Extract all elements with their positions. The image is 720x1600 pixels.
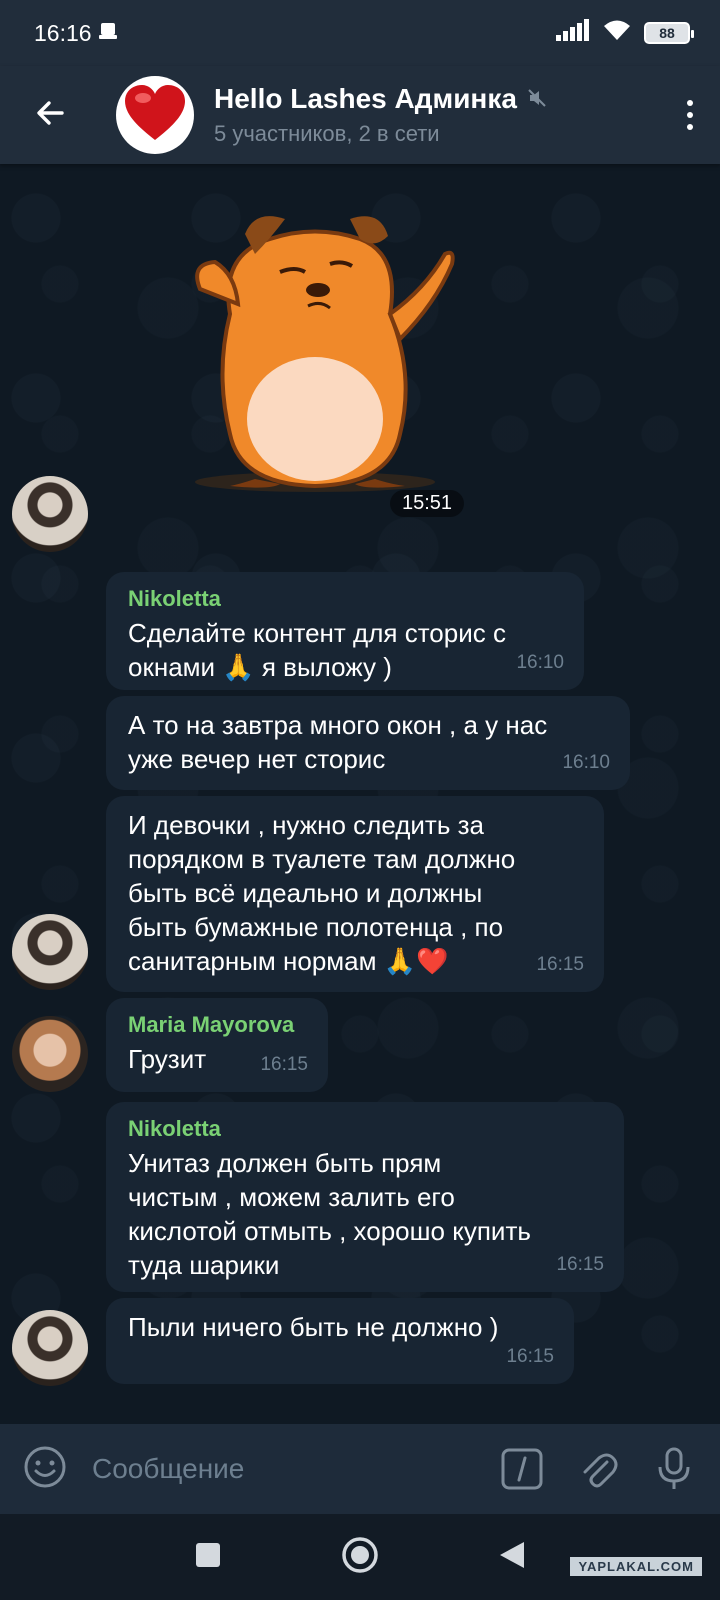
message-time: 16:15 [556,1254,604,1275]
avatar-nikoletta[interactable] [12,1310,88,1386]
chat-title: Hello Lashes Админка [214,83,517,114]
message-bubble[interactable]: Nikoletta Сделайте контент для сторис с … [106,572,584,690]
message-line: И девочки , нужно следить за [128,810,484,840]
back-arrow-icon [34,97,66,134]
emoji-icon[interactable] [22,1444,68,1495]
notification-icon [98,20,118,47]
sender-name[interactable]: Nikoletta [128,1114,602,1144]
home-icon[interactable] [340,1535,380,1580]
message-time: 16:15 [260,1054,308,1075]
message-line: порядком в туалете там должно [128,844,516,874]
message-line: санитарным нормам 🙏❤️ [128,946,449,976]
avatar-nikoletta[interactable] [12,476,88,552]
message-line: кислотой отмыть , хорошо купить [128,1216,531,1246]
command-icon[interactable] [498,1445,546,1493]
message-line: окнами 🙏 я выложу ) [128,652,392,682]
battery-indicator: 88 [644,22,694,44]
hamster-sticker[interactable] [160,194,470,504]
back-nav-icon[interactable] [498,1540,526,1575]
message-line: уже вечер нет сторис [128,744,386,774]
message-time: 16:10 [516,652,564,673]
wifi-icon [602,18,632,48]
message-input[interactable]: Сообщение [92,1453,470,1485]
sender-name[interactable]: Maria Mayorova [128,1010,306,1040]
message-input-bar: Сообщение [0,1424,720,1514]
message-time: 16:15 [536,954,584,975]
message-line: туда шарики [128,1250,280,1280]
message-bubble[interactable]: Пыли ничего быть не должно ) 16:15 [106,1298,574,1384]
chat-subtitle: 5 участников, 2 в сети [214,121,440,146]
message-line: быть бумажные полотенца , по [128,912,504,942]
back-button[interactable] [0,66,100,164]
avatar-maria-mayorova[interactable] [12,1016,88,1092]
avatar-nikoletta[interactable] [12,914,88,990]
sticker-time: 15:51 [390,490,465,517]
watermark: YAPLAKAL.COM [570,1557,702,1576]
attach-icon[interactable] [574,1445,622,1493]
recents-icon[interactable] [194,1541,222,1574]
message-line: быть всё идеально и должны [128,878,483,908]
chat-header: Hello Lashes Админка 5 участников, 2 в с… [0,66,720,164]
system-nav-bar: YAPLAKAL.COM [0,1514,720,1600]
more-vert-icon [687,100,693,106]
sender-name[interactable]: Nikoletta [128,584,562,614]
message-bubble[interactable]: Nikoletta Унитаз должен быть прям чистым… [106,1102,624,1292]
message-bubble[interactable]: И девочки , нужно следить за порядком в … [106,796,604,992]
signal-icon [556,19,590,47]
message-line: А то на завтра много окон , а у нас [128,710,548,740]
mic-icon[interactable] [650,1445,698,1493]
message-time: 16:10 [562,752,610,773]
mute-icon [527,83,547,115]
chat-area[interactable]: 15:51 Nikoletta Сделайте контент для сто… [0,164,720,1424]
status-time: 16:16 [34,19,92,46]
message-line: чистым , можем залить его [128,1182,455,1212]
message-bubble[interactable]: А то на завтра много окон , а у нас уже … [106,696,630,790]
chat-info[interactable]: Hello Lashes Админка 5 участников, 2 в с… [214,83,660,147]
message-line: Пыли ничего быть не должно ) [128,1312,499,1342]
message-line: Унитаз должен быть прям [128,1148,442,1178]
heart-icon [123,84,187,147]
group-avatar[interactable] [116,76,194,154]
status-bar: 16:16 88 [0,0,720,66]
message-bubble[interactable]: Maria Mayorova Грузит 16:15 [106,998,328,1092]
message-time: 16:15 [506,1346,554,1367]
more-menu-button[interactable] [660,66,720,164]
message-line: Сделайте контент для сторис с [128,618,506,648]
